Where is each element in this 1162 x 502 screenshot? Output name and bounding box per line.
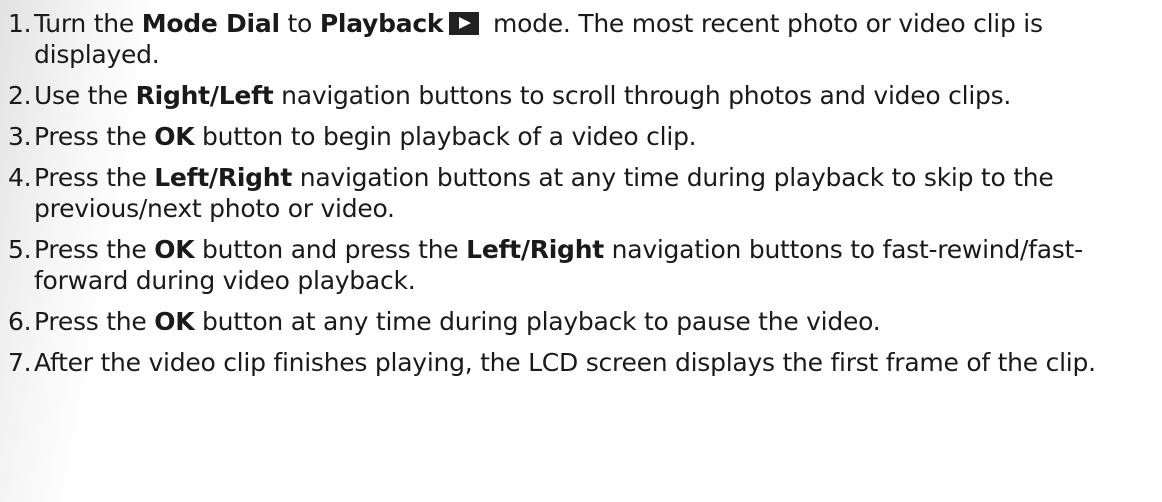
step-text-run: Use the	[34, 81, 136, 110]
step-number: 2.	[8, 81, 32, 110]
step-text: Press the OK button at any time during p…	[34, 307, 881, 336]
bold-term: OK	[154, 307, 195, 336]
step-text-run: button at any time during playback to pa…	[194, 307, 881, 336]
step-text-run: button and press the	[194, 235, 467, 264]
step-text-run: Turn the	[34, 9, 142, 38]
step-number: 1.	[8, 9, 32, 38]
bold-term: OK	[154, 122, 195, 151]
step-text: After the video clip finishes playing, t…	[34, 348, 1096, 377]
step-number: 6.	[8, 307, 32, 336]
step-item: 1. Turn the Mode Dial to Playback mode. T…	[0, 8, 1162, 70]
bold-term: Mode Dial	[141, 9, 280, 38]
step-item: 5. Press the OK button and press the Left…	[0, 234, 1162, 296]
instruction-page: 1. Turn the Mode Dial to Playback mode. T…	[0, 0, 1162, 502]
step-text-run: Press the	[34, 307, 155, 336]
step-text: Turn the Mode Dial to Playback mode. The…	[34, 9, 1043, 69]
step-text: Press the Left/Right navigation buttons …	[34, 163, 1054, 223]
step-text-run: button to begin playback of a video clip…	[194, 122, 697, 151]
step-item: 2. Use the Right/Left navigation buttons …	[0, 80, 1162, 111]
bold-term: OK	[154, 235, 195, 264]
playback-icon	[449, 12, 480, 35]
step-item: 6. Press the OK button at any time during…	[0, 306, 1162, 337]
step-number: 5.	[8, 235, 32, 264]
step-item: 4. Press the Left/Right navigation button…	[0, 162, 1162, 224]
step-text: Press the OK button and press the Left/R…	[34, 235, 1083, 295]
step-text-run: After the video clip finishes playing, t…	[34, 348, 1096, 377]
bold-term: Left/Right	[466, 235, 604, 264]
step-number: 3.	[8, 122, 32, 151]
step-item: 7. After the video clip finishes playing,…	[0, 347, 1162, 378]
steps-list: 1. Turn the Mode Dial to Playback mode. T…	[0, 8, 1162, 378]
step-number: 7.	[8, 348, 32, 377]
bold-term: Playback	[319, 9, 444, 38]
step-text-run: Press the	[34, 163, 155, 192]
step-text-run: Press the	[34, 235, 155, 264]
step-item: 3. Press the OK button to begin playback …	[0, 121, 1162, 152]
bold-term: Right/Left	[135, 81, 274, 110]
step-text-run: to	[279, 9, 320, 38]
step-text-run: navigation buttons to scroll through pho…	[273, 81, 1012, 110]
step-text: Press the OK button to begin playback of…	[34, 122, 697, 151]
step-number: 4.	[8, 163, 32, 192]
step-text: Use the Right/Left navigation buttons to…	[34, 81, 1011, 110]
bold-term: Left/Right	[154, 163, 293, 192]
step-text-run: Press the	[34, 122, 155, 151]
